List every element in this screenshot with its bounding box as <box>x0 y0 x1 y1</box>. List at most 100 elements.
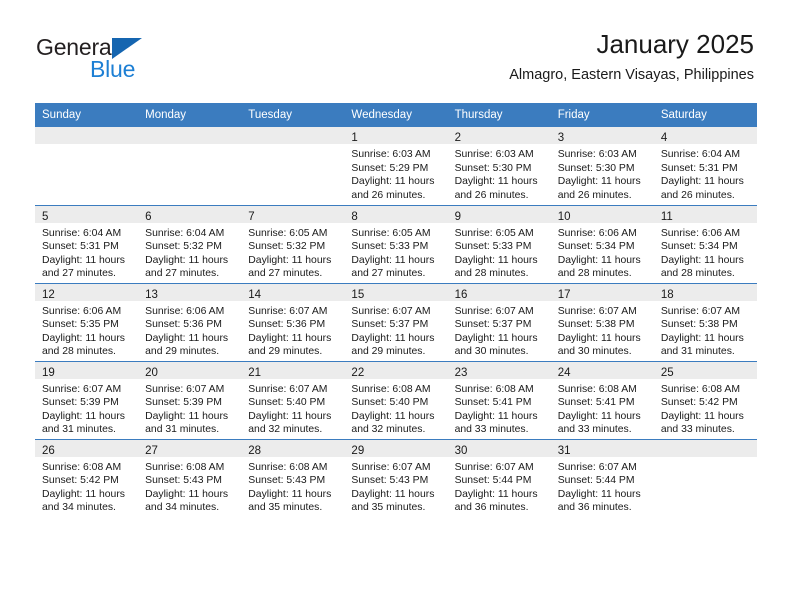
sunset-text: Sunset: 5:39 PM <box>145 397 222 409</box>
sunrise-text: Sunrise: 6:07 AM <box>454 461 534 473</box>
day-cell-content: 1 Sunrise: 6:03 AM Sunset: 5:29 PM Daylight… <box>344 127 448 205</box>
daylight-text-line2: and 31 minutes. <box>145 424 220 436</box>
sunset-text: Sunset: 5:38 PM <box>660 319 738 331</box>
calendar-day-cell[interactable]: 8 Sunrise: 6:05 AM Sunset: 5:33 PM Daylight… <box>344 204 448 283</box>
day-cell-content: 6 Sunrise: 6:04 AM Sunset: 5:32 PM Daylight… <box>138 205 242 283</box>
day-cell-content: 16 Sunrise: 6:07 AM Sunset: 5:37 PM Dayligh… <box>447 283 551 361</box>
daylight-text-line2: and 26 minutes. <box>351 189 426 201</box>
calendar-day-cell[interactable]: 28 Sunrise: 6:08 AM Sunset: 5:43 PM Dayligh… <box>241 438 345 517</box>
day-number-band: 30 <box>447 439 551 457</box>
calendar-day-cell[interactable]: 15 Sunrise: 6:07 AM Sunset: 5:37 PM Dayligh… <box>344 282 448 361</box>
day-number-band: 21 <box>241 361 345 379</box>
calendar-day-cell[interactable]: 20 Sunrise: 6:07 AM Sunset: 5:39 PM Dayligh… <box>138 360 242 439</box>
sunset-text: Sunset: 5:34 PM <box>660 241 738 253</box>
sunset-text: Sunset: 5:31 PM <box>42 241 119 253</box>
day-cell-content: 4 Sunrise: 6:04 AM Sunset: 5:31 PM Daylight… <box>653 127 757 205</box>
day-number-band: 28 <box>241 439 345 457</box>
calendar-day-cell[interactable]: 19 Sunrise: 6:07 AM Sunset: 5:39 PM Dayligh… <box>35 360 139 439</box>
day-cell-content: 8 Sunrise: 6:05 AM Sunset: 5:33 PM Daylight… <box>344 205 448 283</box>
day-cell-content: 23 Sunrise: 6:08 AM Sunset: 5:41 PM Dayligh… <box>447 361 551 439</box>
day-number-band: 31 <box>550 439 654 457</box>
day-number-band: 7 <box>241 205 345 223</box>
calendar-day-cell[interactable]: 31 Sunrise: 6:07 AM Sunset: 5:44 PM Dayligh… <box>550 438 654 517</box>
daylight-text-line1: Daylight: 11 hours <box>660 410 744 422</box>
day-cell-content: 21 Sunrise: 6:07 AM Sunset: 5:40 PM Dayligh… <box>241 361 345 439</box>
day-cell-content: 24 Sunrise: 6:08 AM Sunset: 5:41 PM Dayligh… <box>550 361 654 439</box>
calendar-day-cell[interactable]: 23 Sunrise: 6:08 AM Sunset: 5:41 PM Dayligh… <box>447 360 551 439</box>
sunrise-text: Sunrise: 6:07 AM <box>248 383 328 395</box>
calendar-day-cell[interactable]: 4 Sunrise: 6:04 AM Sunset: 5:31 PM Daylight… <box>653 127 757 205</box>
day-number-band: 5 <box>35 205 139 223</box>
calendar-day-cell[interactable]: 24 Sunrise: 6:08 AM Sunset: 5:41 PM Dayligh… <box>550 360 654 439</box>
sunset-text: Sunset: 5:39 PM <box>42 397 119 409</box>
sunrise-text: Sunrise: 6:08 AM <box>660 383 740 395</box>
day-number: 6 <box>145 210 152 223</box>
calendar-day-cell[interactable]: 3 Sunrise: 6:03 AM Sunset: 5:30 PM Daylight… <box>550 127 654 205</box>
sunset-text: Sunset: 5:41 PM <box>454 397 532 409</box>
calendar-day-cell[interactable]: 25 Sunrise: 6:08 AM Sunset: 5:42 PM Dayligh… <box>653 360 757 439</box>
calendar-day-cell[interactable]: 22 Sunrise: 6:08 AM Sunset: 5:40 PM Dayligh… <box>344 360 448 439</box>
day-cell-content: 17 Sunrise: 6:07 AM Sunset: 5:38 PM Dayligh… <box>550 283 654 361</box>
sunset-text: Sunset: 5:30 PM <box>454 162 532 174</box>
calendar-day-cell[interactable]: 11 Sunrise: 6:06 AM Sunset: 5:34 PM Dayligh… <box>653 204 757 283</box>
calendar-day-cell[interactable]: 5 Sunrise: 6:04 AM Sunset: 5:31 PM Daylight… <box>35 204 139 283</box>
calendar-day-cell[interactable]: 9 Sunrise: 6:05 AM Sunset: 5:33 PM Daylight… <box>447 204 551 283</box>
calendar-day-cell[interactable]: 1 Sunrise: 6:03 AM Sunset: 5:29 PM Daylight… <box>344 127 448 205</box>
calendar-day-cell[interactable]: 6 Sunrise: 6:04 AM Sunset: 5:32 PM Daylight… <box>138 204 242 283</box>
daylight-text-line1: Daylight: 11 hours <box>145 254 229 266</box>
day-sun-info: Sunrise: 6:05 AM Sunset: 5:32 PM Daylight:… <box>241 223 344 281</box>
day-number-band: 18 <box>653 283 757 301</box>
day-number: 29 <box>351 444 365 457</box>
daylight-text-line2: and 35 minutes. <box>248 502 323 514</box>
sunset-text: Sunset: 5:40 PM <box>248 397 326 409</box>
calendar-page: General Blue January 2025 Almagro, Easte… <box>0 0 792 612</box>
column-header-wednesday: Wednesday <box>344 103 448 127</box>
calendar-day-cell[interactable]: 7 Sunrise: 6:05 AM Sunset: 5:32 PM Daylight… <box>241 204 345 283</box>
day-number: 7 <box>248 210 255 223</box>
calendar-day-cell[interactable]: 27 Sunrise: 6:08 AM Sunset: 5:43 PM Dayligh… <box>138 438 242 517</box>
day-sun-info: Sunrise: 6:08 AM Sunset: 5:43 PM Daylight:… <box>138 457 241 515</box>
day-number-band: 6 <box>138 205 242 223</box>
daylight-text-line2: and 36 minutes. <box>454 502 529 514</box>
sunset-text: Sunset: 5:30 PM <box>557 162 635 174</box>
day-number-band: 12 <box>35 283 139 301</box>
sunrise-text: Sunrise: 6:04 AM <box>660 149 740 160</box>
daylight-text-line2: and 29 minutes. <box>248 346 323 358</box>
day-cell-content <box>653 439 757 518</box>
sunset-text: Sunset: 5:34 PM <box>557 241 635 253</box>
sunrise-text: Sunrise: 6:06 AM <box>557 227 637 239</box>
day-sun-info: Sunrise: 6:08 AM Sunset: 5:42 PM Daylight:… <box>654 379 757 437</box>
day-number-band: 27 <box>138 439 242 457</box>
day-number-band: 22 <box>344 361 448 379</box>
sunset-text: Sunset: 5:29 PM <box>351 162 429 174</box>
day-number: 10 <box>557 210 571 223</box>
day-number: 9 <box>454 210 461 223</box>
daylight-text-line2: and 34 minutes. <box>145 502 220 514</box>
day-sun-info: Sunrise: 6:07 AM Sunset: 5:39 PM Daylight:… <box>35 379 138 437</box>
calendar-day-cell[interactable]: 14 Sunrise: 6:07 AM Sunset: 5:36 PM Dayligh… <box>241 282 345 361</box>
day-sun-info: Sunrise: 6:08 AM Sunset: 5:40 PM Daylight:… <box>344 379 447 437</box>
calendar-day-cell[interactable]: 12 Sunrise: 6:06 AM Sunset: 5:35 PM Dayligh… <box>35 282 139 361</box>
calendar-day-cell[interactable]: 18 Sunrise: 6:07 AM Sunset: 5:38 PM Dayligh… <box>653 282 757 361</box>
calendar-day-cell[interactable]: 21 Sunrise: 6:07 AM Sunset: 5:40 PM Dayligh… <box>241 360 345 439</box>
daylight-text-line1: Daylight: 11 hours <box>145 488 229 500</box>
calendar-day-cell[interactable]: 16 Sunrise: 6:07 AM Sunset: 5:37 PM Dayligh… <box>447 282 551 361</box>
day-sun-info: Sunrise: 6:08 AM Sunset: 5:41 PM Daylight:… <box>551 379 654 437</box>
daylight-text-line2: and 29 minutes. <box>351 346 426 358</box>
calendar-day-cell[interactable]: 2 Sunrise: 6:03 AM Sunset: 5:30 PM Daylight… <box>447 127 551 205</box>
calendar-day-cell[interactable]: 29 Sunrise: 6:07 AM Sunset: 5:43 PM Dayligh… <box>344 438 448 517</box>
calendar-day-cell[interactable]: 17 Sunrise: 6:07 AM Sunset: 5:38 PM Dayligh… <box>550 282 654 361</box>
sunset-text: Sunset: 5:37 PM <box>454 319 532 331</box>
daylight-text-line1: Daylight: 11 hours <box>42 410 125 422</box>
sunset-text: Sunset: 5:35 PM <box>42 319 119 331</box>
sunset-text: Sunset: 5:33 PM <box>351 241 429 253</box>
calendar-day-cell[interactable]: 10 Sunrise: 6:06 AM Sunset: 5:34 PM Dayligh… <box>550 204 654 283</box>
calendar-day-cell[interactable]: 26 Sunrise: 6:08 AM Sunset: 5:42 PM Dayligh… <box>35 438 139 517</box>
day-number-band: 10 <box>550 205 654 223</box>
day-sun-info: Sunrise: 6:07 AM Sunset: 5:39 PM Daylight:… <box>138 379 241 437</box>
calendar-day-cell[interactable]: 30 Sunrise: 6:07 AM Sunset: 5:44 PM Dayligh… <box>447 438 551 517</box>
sunrise-text: Sunrise: 6:08 AM <box>557 383 637 395</box>
calendar-day-cell[interactable]: 13 Sunrise: 6:06 AM Sunset: 5:36 PM Dayligh… <box>138 282 242 361</box>
daylight-text-line2: and 28 minutes. <box>660 268 735 280</box>
daylight-text-line2: and 27 minutes. <box>145 268 220 280</box>
